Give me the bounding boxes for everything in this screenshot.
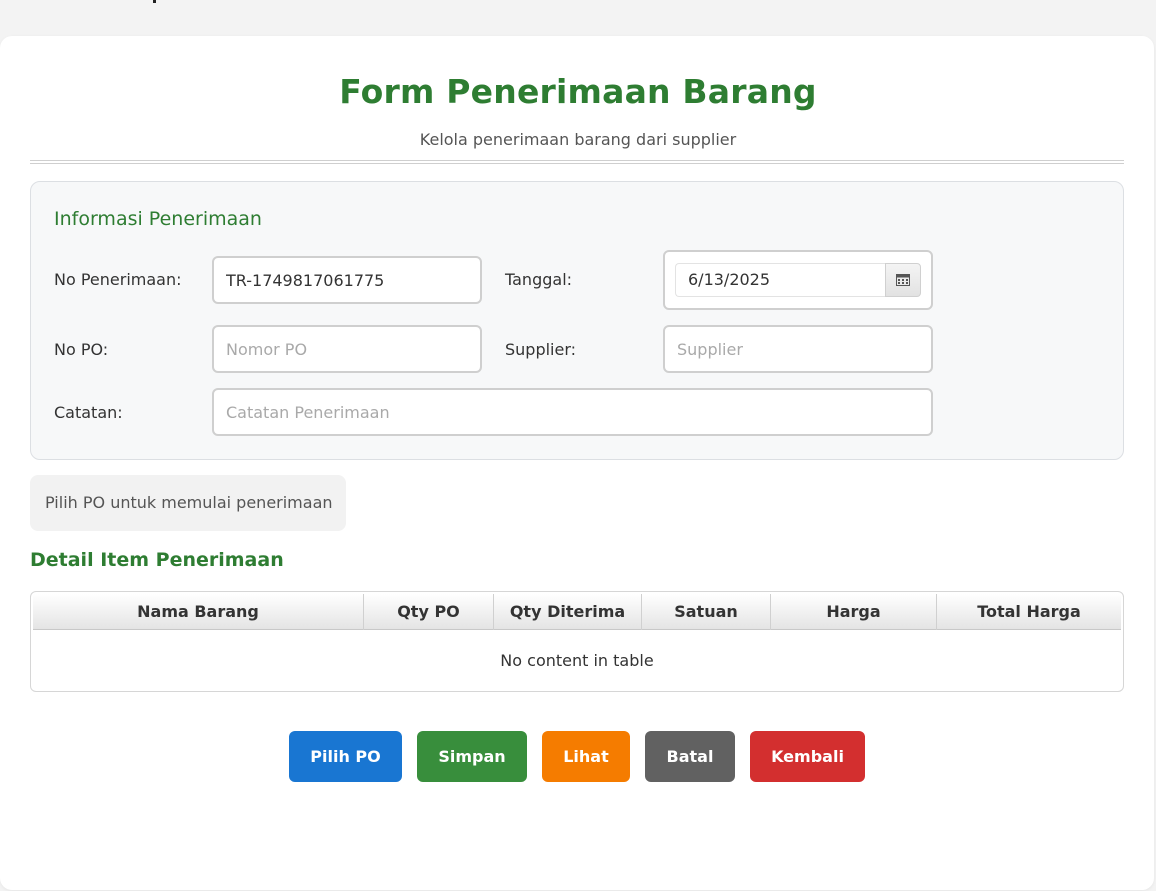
kembali-button[interactable]: Kembali — [750, 731, 865, 782]
no-penerimaan-label: No Penerimaan: — [54, 270, 182, 289]
simpan-button[interactable]: Simpan — [417, 731, 527, 782]
no-penerimaan-input[interactable] — [212, 256, 482, 304]
no-po-input[interactable] — [212, 325, 482, 373]
tanggal-label: Tanggal: — [505, 270, 573, 289]
column-header-qty-po[interactable]: Qty PO — [364, 594, 494, 630]
pilih-po-button[interactable]: Pilih PO — [289, 731, 402, 782]
detail-table: Nama Barang Qty PO Qty Diterima Satuan H… — [30, 591, 1124, 692]
table-empty-message: No content in table — [500, 651, 654, 670]
no-po-label: No PO: — [54, 340, 109, 359]
column-header-satuan[interactable]: Satuan — [642, 594, 771, 630]
column-header-harga[interactable]: Harga — [771, 594, 937, 630]
supplier-input[interactable] — [663, 325, 933, 373]
column-header-nama-barang[interactable]: Nama Barang — [33, 594, 364, 630]
page-title: Form Penerimaan Barang — [339, 72, 817, 111]
table-header: Nama Barang Qty PO Qty Diterima Satuan H… — [33, 594, 1121, 630]
top-mark — [153, 0, 156, 3]
date-picker-button[interactable] — [885, 263, 921, 297]
tanggal-field: 6/13/2025 — [663, 250, 933, 310]
header-divider — [30, 160, 1124, 164]
page-subtitle: Kelola penerimaan barang dari supplier — [419, 130, 737, 149]
po-hint-message: Pilih PO untuk memulai penerimaan — [30, 475, 346, 531]
column-header-total-harga[interactable]: Total Harga — [937, 594, 1121, 630]
tanggal-input[interactable]: 6/13/2025 — [675, 263, 885, 297]
lihat-button[interactable]: Lihat — [542, 731, 630, 782]
catatan-input[interactable] — [212, 388, 933, 436]
catatan-label: Catatan: — [54, 403, 123, 422]
batal-button[interactable]: Batal — [645, 731, 735, 782]
detail-section-title: Detail Item Penerimaan — [30, 549, 284, 571]
supplier-label: Supplier: — [505, 340, 577, 359]
info-section-title: Informasi Penerimaan — [54, 208, 262, 230]
calendar-icon — [896, 274, 910, 286]
top-strip — [0, 0, 1156, 13]
column-header-qty-diterima[interactable]: Qty Diterima — [494, 594, 642, 630]
